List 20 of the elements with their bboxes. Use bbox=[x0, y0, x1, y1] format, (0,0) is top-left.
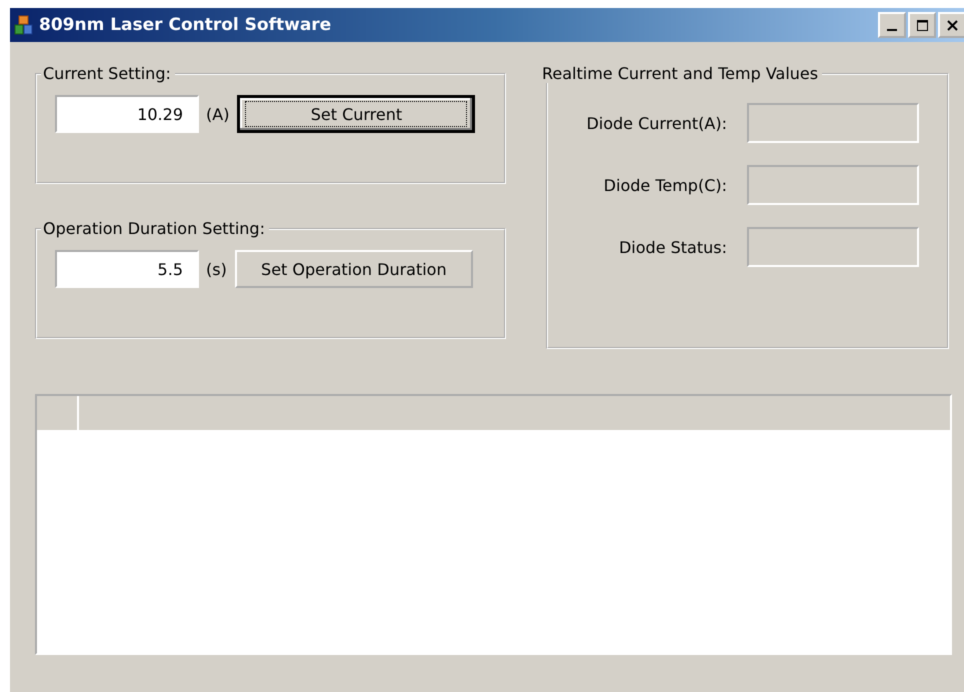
minimize-button[interactable] bbox=[878, 12, 906, 38]
close-button[interactable] bbox=[938, 12, 964, 38]
unit-label: (s) bbox=[206, 260, 227, 278]
readout-label: Diode Current(A): bbox=[586, 114, 727, 132]
app-icon bbox=[14, 15, 34, 35]
group-title: Operation Duration Setting: bbox=[42, 219, 266, 238]
readout-label: Diode Status: bbox=[618, 238, 727, 256]
group-title: Current Setting: bbox=[42, 64, 172, 83]
maximize-icon bbox=[916, 20, 928, 30]
readout-label: Diode Temp(C): bbox=[604, 176, 727, 194]
input-field[interactable]: 5.5 bbox=[55, 250, 199, 288]
maximize-button[interactable] bbox=[908, 12, 936, 38]
set-button[interactable]: Set Operation Duration bbox=[234, 250, 473, 288]
set-button[interactable]: Set Current bbox=[237, 95, 476, 133]
unit-label: (A) bbox=[206, 104, 230, 124]
window-title: 809nm Laser Control Software bbox=[39, 15, 332, 35]
input-field[interactable]: 10.29 bbox=[55, 95, 199, 133]
group-title: Realtime Current and Temp Values bbox=[541, 64, 820, 83]
minimize-icon bbox=[887, 29, 897, 31]
close-icon bbox=[946, 20, 958, 30]
